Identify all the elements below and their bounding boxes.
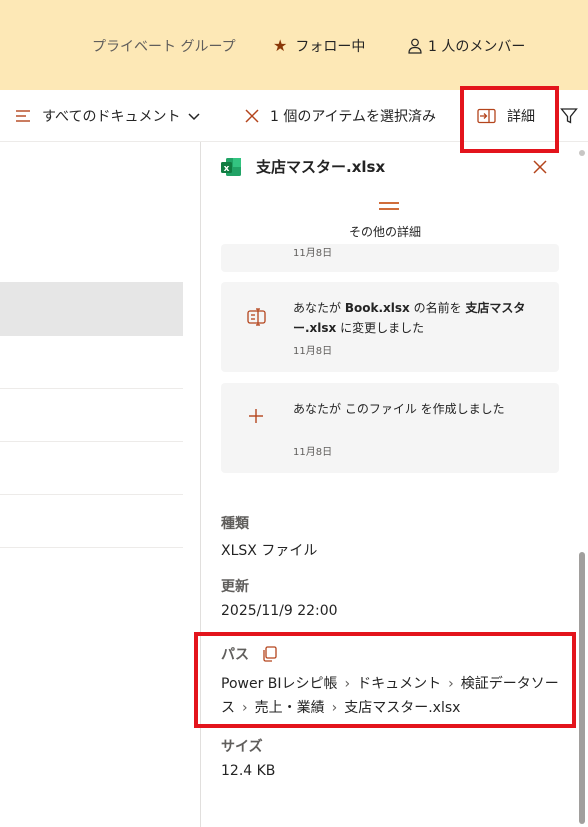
excel-file-icon: x bbox=[221, 157, 241, 176]
star-icon: ★ bbox=[273, 36, 288, 55]
members-label: 1 人のメンバー bbox=[428, 39, 526, 55]
more-details-label: その他の詳細 bbox=[349, 225, 422, 239]
activity-text-prefix: あなたが bbox=[293, 301, 345, 315]
selected-list-row[interactable] bbox=[0, 282, 183, 336]
chevron-down-icon bbox=[188, 113, 200, 121]
old-file-name: Book.xlsx bbox=[344, 301, 410, 315]
list-row[interactable] bbox=[0, 442, 183, 495]
list-row[interactable] bbox=[0, 389, 183, 442]
members-button[interactable]: 1 人のメンバー bbox=[408, 36, 525, 56]
person-icon bbox=[408, 38, 422, 54]
filter-icon bbox=[560, 108, 578, 124]
plus-icon bbox=[249, 409, 263, 423]
all-documents-view-button[interactable]: すべてのドキュメント bbox=[14, 90, 200, 142]
highlight-details-button bbox=[460, 86, 559, 153]
scrollbar-arrow[interactable] bbox=[579, 150, 585, 156]
follow-label: フォロー中 bbox=[295, 39, 366, 55]
activity-date: 11月8日 bbox=[293, 346, 333, 357]
size-value: 12.4 KB bbox=[221, 763, 276, 779]
activity-card-rename: あなたが Book.xlsx の名前を 支店マスター.xlsx に変更しました … bbox=[221, 282, 559, 372]
svg-text:x: x bbox=[224, 164, 230, 174]
follow-button[interactable]: ★ フォロー中 bbox=[273, 36, 365, 56]
activity-text-mid: の名前を bbox=[409, 301, 466, 315]
file-name-title: 支店マスター.xlsx bbox=[256, 158, 386, 176]
modified-label: 更新 bbox=[221, 579, 249, 595]
type-label: 種類 bbox=[221, 516, 249, 532]
activity-card-create: あなたが このファイル を作成しました 11月8日 bbox=[221, 383, 559, 473]
clear-selection-button[interactable]: 1 個のアイテムを選択済み bbox=[244, 90, 436, 142]
all-documents-label: すべてのドキュメント bbox=[42, 109, 181, 125]
size-label: サイズ bbox=[221, 739, 263, 755]
activity-text: あなたが このファイル を作成しました bbox=[293, 402, 505, 416]
list-row[interactable] bbox=[0, 336, 183, 389]
rename-icon bbox=[247, 308, 266, 326]
list-row[interactable] bbox=[0, 495, 183, 548]
modified-value: 2025/11/9 22:00 bbox=[221, 603, 338, 619]
filter-button[interactable] bbox=[560, 90, 578, 142]
activity-date: 11月8日 bbox=[293, 248, 333, 259]
activity-text-suffix: に変更しました bbox=[336, 321, 425, 335]
drag-handle-icon[interactable] bbox=[379, 202, 399, 210]
group-banner: プライベート グループ ★ フォロー中 1 人のメンバー bbox=[0, 0, 588, 90]
activity-date: 11月8日 bbox=[293, 447, 333, 458]
list-lines-icon bbox=[16, 110, 30, 122]
activity-text: あなたが Book.xlsx の名前を 支店マスター.xlsx に変更しました bbox=[293, 298, 529, 338]
type-value: XLSX ファイル bbox=[221, 543, 318, 559]
close-icon bbox=[245, 109, 259, 123]
close-panel-icon[interactable] bbox=[532, 159, 548, 175]
panel-scrollbar[interactable] bbox=[579, 552, 585, 824]
activity-card: 11月8日 bbox=[221, 244, 559, 272]
privacy-label: プライベート グループ bbox=[92, 39, 236, 55]
highlight-path-section bbox=[194, 632, 576, 728]
panel-header: x 支店マスター.xlsx bbox=[220, 156, 385, 177]
selected-count-label: 1 個のアイテムを選択済み bbox=[270, 109, 436, 125]
